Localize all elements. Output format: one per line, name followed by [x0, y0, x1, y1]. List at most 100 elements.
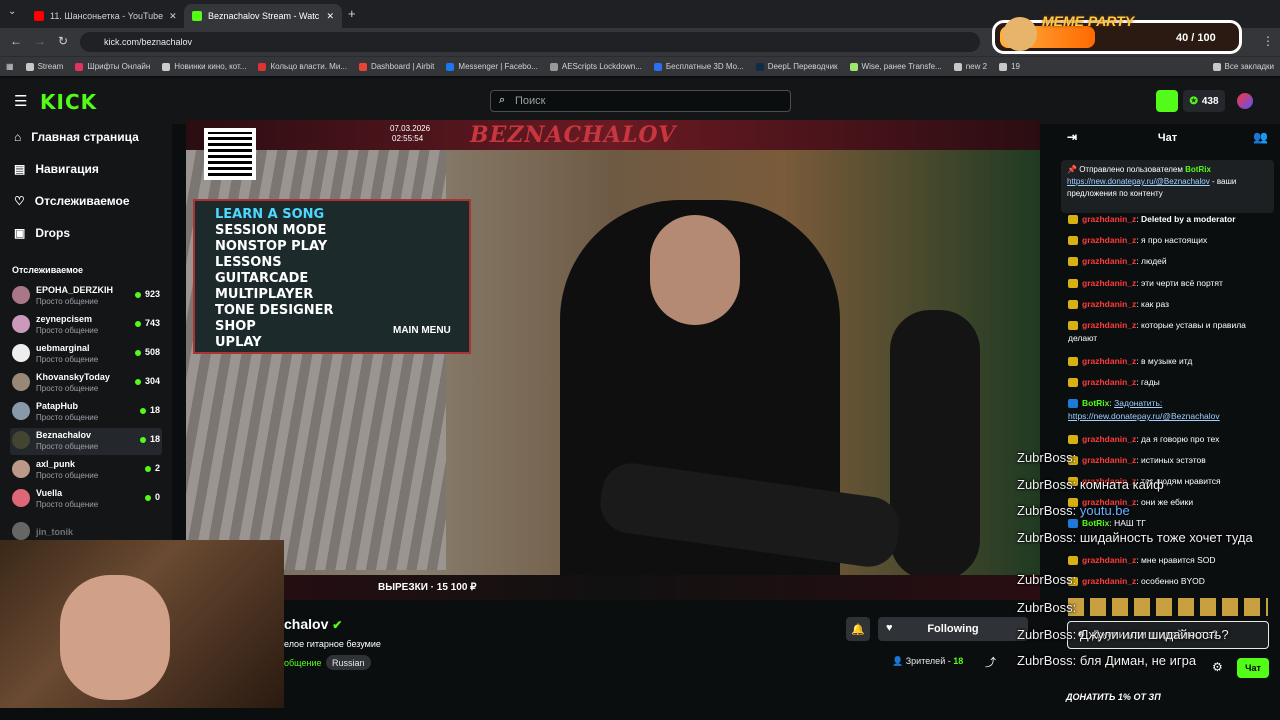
nav-drops[interactable]: ▣ Drops — [14, 226, 70, 240]
bookmark-item[interactable]: Messenger | Facebo... — [440, 62, 543, 71]
video-guitar — [890, 310, 980, 580]
chat-message: grazhdanin_z: я про настоящих — [1068, 234, 1276, 247]
pinned-message[interactable]: 📌 Отправлено пользователем BotRix https:… — [1061, 160, 1274, 213]
sidebar-channel[interactable]: KhovanskyToday Просто общение 304 — [10, 370, 162, 397]
sub-badge — [1068, 215, 1078, 225]
sidebar-channel[interactable]: axl_punk Просто общение 2 — [10, 457, 162, 484]
bell-icon[interactable]: 🔔 — [846, 617, 870, 641]
sidebar-channel-active[interactable]: Beznachalov Просто общение 18 — [10, 428, 162, 455]
sidebar-channel[interactable]: uebmarginal Просто общение 508 — [10, 341, 162, 368]
search-placeholder: Поиск — [515, 95, 546, 107]
collapse-chat-icon[interactable]: ⇥ — [1067, 130, 1077, 144]
avatar — [12, 373, 30, 391]
bookmark-item[interactable]: Шрифты Онлайн — [69, 62, 156, 71]
overlay-chat-line: ZubrBoss: комната кайф — [1017, 477, 1164, 492]
chat-message: grazhdanin_z: которые уставы и правила д… — [1068, 320, 1246, 343]
hamburger-icon[interactable]: ☰ — [14, 92, 27, 110]
viewer-icon: 👤 — [892, 656, 904, 666]
stream-category[interactable]: общение — [284, 658, 321, 668]
share-icon[interactable]: ⤴ — [985, 654, 996, 670]
users-icon[interactable]: 👥 — [1253, 130, 1268, 144]
tab-search-icon[interactable]: ⌄ — [8, 6, 16, 17]
tab-label: 11. Шансоньетка - YouTube — [50, 11, 164, 21]
avatar — [12, 286, 30, 304]
bookmark-item[interactable]: Wise, ранее Transfe... — [844, 62, 948, 71]
nav-home[interactable]: ⌂ Главная страница — [14, 130, 139, 144]
follow-button[interactable]: ♥ Following — [878, 617, 1028, 641]
tab-youtube[interactable]: 11. Шансоньетка - YouTube ✕ — [26, 4, 184, 28]
video-streamer-face — [650, 215, 740, 325]
points-button[interactable]: ✪ 438 — [1183, 90, 1225, 112]
wise-icon — [849, 62, 858, 71]
bookmark-item[interactable]: Новинки кино, кот... — [156, 62, 252, 71]
url-text: kick.com/beznachalov — [104, 37, 193, 47]
close-icon[interactable]: ✕ — [326, 11, 334, 22]
avatar — [12, 315, 30, 333]
menu-item: LEARN A SONG — [215, 207, 325, 222]
avatar — [12, 460, 30, 478]
sub-badge — [1068, 236, 1078, 246]
avatar — [12, 344, 30, 362]
sub-badge — [1068, 357, 1078, 367]
drops-icon[interactable] — [1156, 90, 1178, 112]
all-bookmarks[interactable]: Все закладки — [1207, 62, 1280, 71]
settings-icon[interactable]: ⚙ — [1212, 660, 1223, 674]
bookmark-item[interactable]: new 2 — [948, 62, 993, 71]
tab-label: Beznachalov Stream - Watc — [208, 11, 320, 21]
facebook-icon — [446, 62, 455, 71]
chat-message: grazhdanin_z: в музыке итд — [1068, 355, 1276, 368]
nav-following[interactable]: ♡ Отслеживаемое — [14, 194, 130, 208]
kick-logo[interactable]: KICK — [40, 90, 97, 114]
chat-message: grazhdanin_z: людей — [1068, 255, 1276, 268]
sidebar-channel[interactable]: PatapHub Просто общение 18 — [10, 399, 162, 426]
chat-message: grazhdanin_z: истиных эстэтов — [1068, 454, 1276, 467]
language-tag[interactable]: Russian — [326, 655, 371, 670]
back-icon[interactable]: ← — [10, 34, 22, 48]
bookmark-item[interactable]: AEScripts Lockdown... — [544, 62, 648, 71]
menu-footer: MAIN MENU — [393, 325, 451, 336]
close-icon[interactable]: ✕ — [169, 11, 177, 22]
bookmark-item[interactable]: DeepL Переводчик — [750, 62, 844, 71]
menu-item: LESSONS — [215, 255, 282, 270]
folder-icon — [1212, 62, 1221, 71]
search-input[interactable]: ⌕ Поиск — [490, 90, 791, 112]
bookmark-item[interactable]: 19 — [993, 62, 1026, 71]
chat-message: grazhdanin_z: гады — [1068, 376, 1276, 389]
address-bar[interactable]: kick.com/beznachalov — [80, 32, 980, 52]
reload-icon[interactable]: ↻ — [58, 34, 68, 48]
verified-icon: ✔ — [332, 618, 343, 632]
chat-message: grazhdanin_z: эти черти всё портят — [1068, 277, 1276, 290]
avatar — [12, 489, 30, 507]
user-avatar[interactable] — [1237, 93, 1253, 109]
stream-title: елое гитарное безумие — [284, 639, 381, 649]
search-icon: ⌕ — [499, 94, 506, 106]
new-tab-icon[interactable]: + — [348, 6, 356, 21]
sidebar-channel[interactable]: EPOHA_DERZKIH Просто общение 923 — [10, 283, 162, 310]
bookmark-item[interactable]: Бесплатные 3D Мо... — [648, 62, 750, 71]
stream-goal: ВЫРЕЗКИ · 15 100 ₽ — [378, 582, 477, 593]
sub-badge — [1068, 257, 1078, 267]
menu-item: UPLAY — [215, 335, 262, 350]
bookmarks-bar: ▦ Stream Шрифты Онлайн Новинки кино, кот… — [0, 56, 1280, 76]
overlay-chat-line: ZubrBoss: шидайность тоже хочет туда — [1017, 530, 1253, 545]
section-title: Отслеживаемое — [12, 265, 84, 275]
tab-kick[interactable]: Beznachalov Stream - Watc ✕ — [184, 4, 342, 28]
menu-icon[interactable]: ⋮ — [1262, 34, 1274, 48]
bookmark-item[interactable]: Dashboard | Airbit — [353, 62, 440, 71]
menu-item: GUITARCADE — [215, 271, 309, 286]
sidebar-channel[interactable]: Vuella Просто общение 0 — [10, 486, 162, 513]
apps-icon[interactable]: ▦ — [0, 62, 20, 71]
browse-icon: ▤ — [14, 162, 26, 176]
deepl-icon — [755, 62, 764, 71]
send-chat-button[interactable]: Чат — [1237, 658, 1269, 678]
sub-badge — [1068, 556, 1078, 566]
nav-browse[interactable]: ▤ Навигация — [14, 162, 99, 176]
donate-banner[interactable]: ДОНАТИТЬ 1% ОТ ЗП — [1066, 692, 1161, 702]
bookmark-item[interactable]: Stream — [20, 62, 70, 71]
emote-row[interactable] — [1068, 598, 1268, 616]
folder-icon — [25, 62, 34, 71]
overlay-chat-line: ZubrBoss: бля Диман, не игра — [1017, 653, 1197, 668]
bookmark-item[interactable]: Кольцо власти. Ми... — [252, 62, 353, 71]
sidebar-channel[interactable]: zeynepcisem Просто общение 743 — [10, 312, 162, 339]
forward-icon[interactable]: → — [34, 34, 46, 48]
